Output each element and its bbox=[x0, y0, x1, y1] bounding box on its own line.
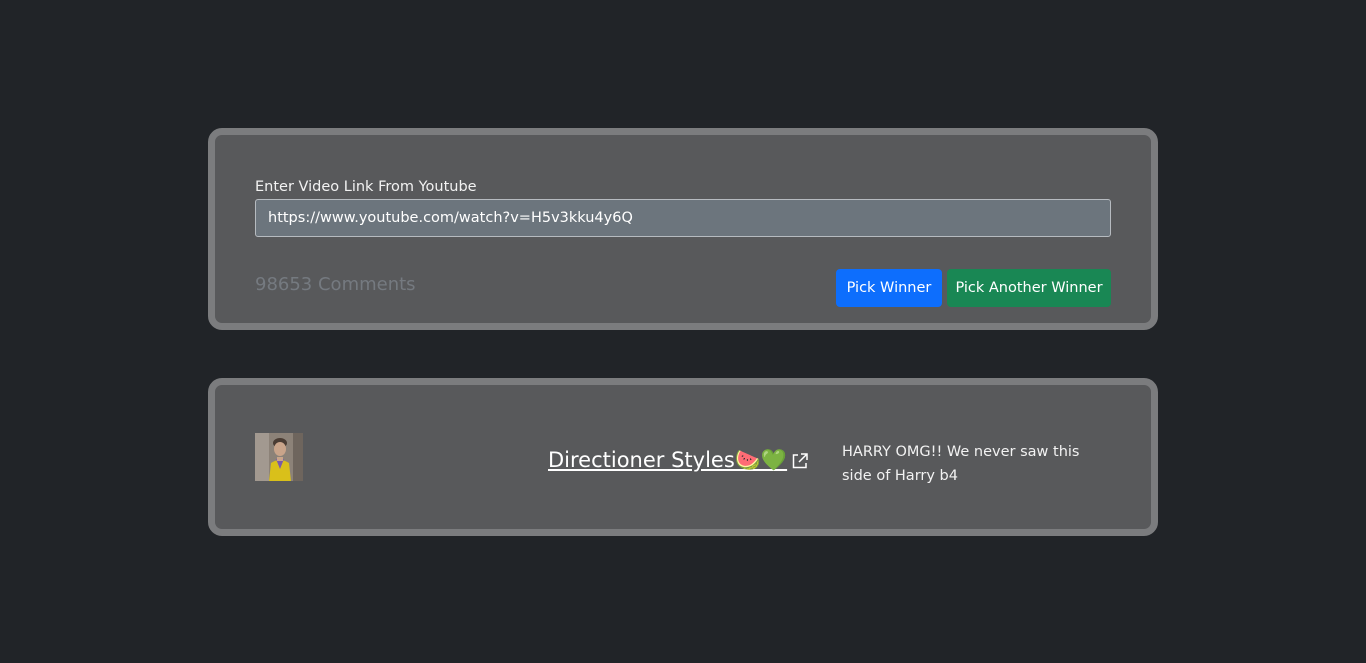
video-link-input[interactable] bbox=[255, 199, 1111, 237]
winner-username-link[interactable]: Directioner Styles🍉💚 bbox=[548, 447, 809, 473]
winner-username: Directioner Styles🍉💚 bbox=[548, 448, 788, 472]
external-link-icon bbox=[792, 453, 808, 469]
video-link-card: Enter Video Link From Youtube 98653 Comm… bbox=[208, 128, 1158, 330]
comment-count: 98653 Comments bbox=[255, 274, 416, 295]
pick-another-winner-button[interactable]: Pick Another Winner bbox=[947, 269, 1111, 307]
winner-comment: HARRY OMG!! We never saw this side of Ha… bbox=[842, 444, 1080, 484]
pick-winner-button[interactable]: Pick Winner bbox=[836, 269, 942, 307]
video-link-label: Enter Video Link From Youtube bbox=[255, 179, 477, 195]
avatar bbox=[255, 433, 303, 481]
avatar-image bbox=[255, 433, 303, 481]
winner-card: Directioner Styles🍉💚 HARRY OMG!! We neve… bbox=[208, 378, 1158, 536]
